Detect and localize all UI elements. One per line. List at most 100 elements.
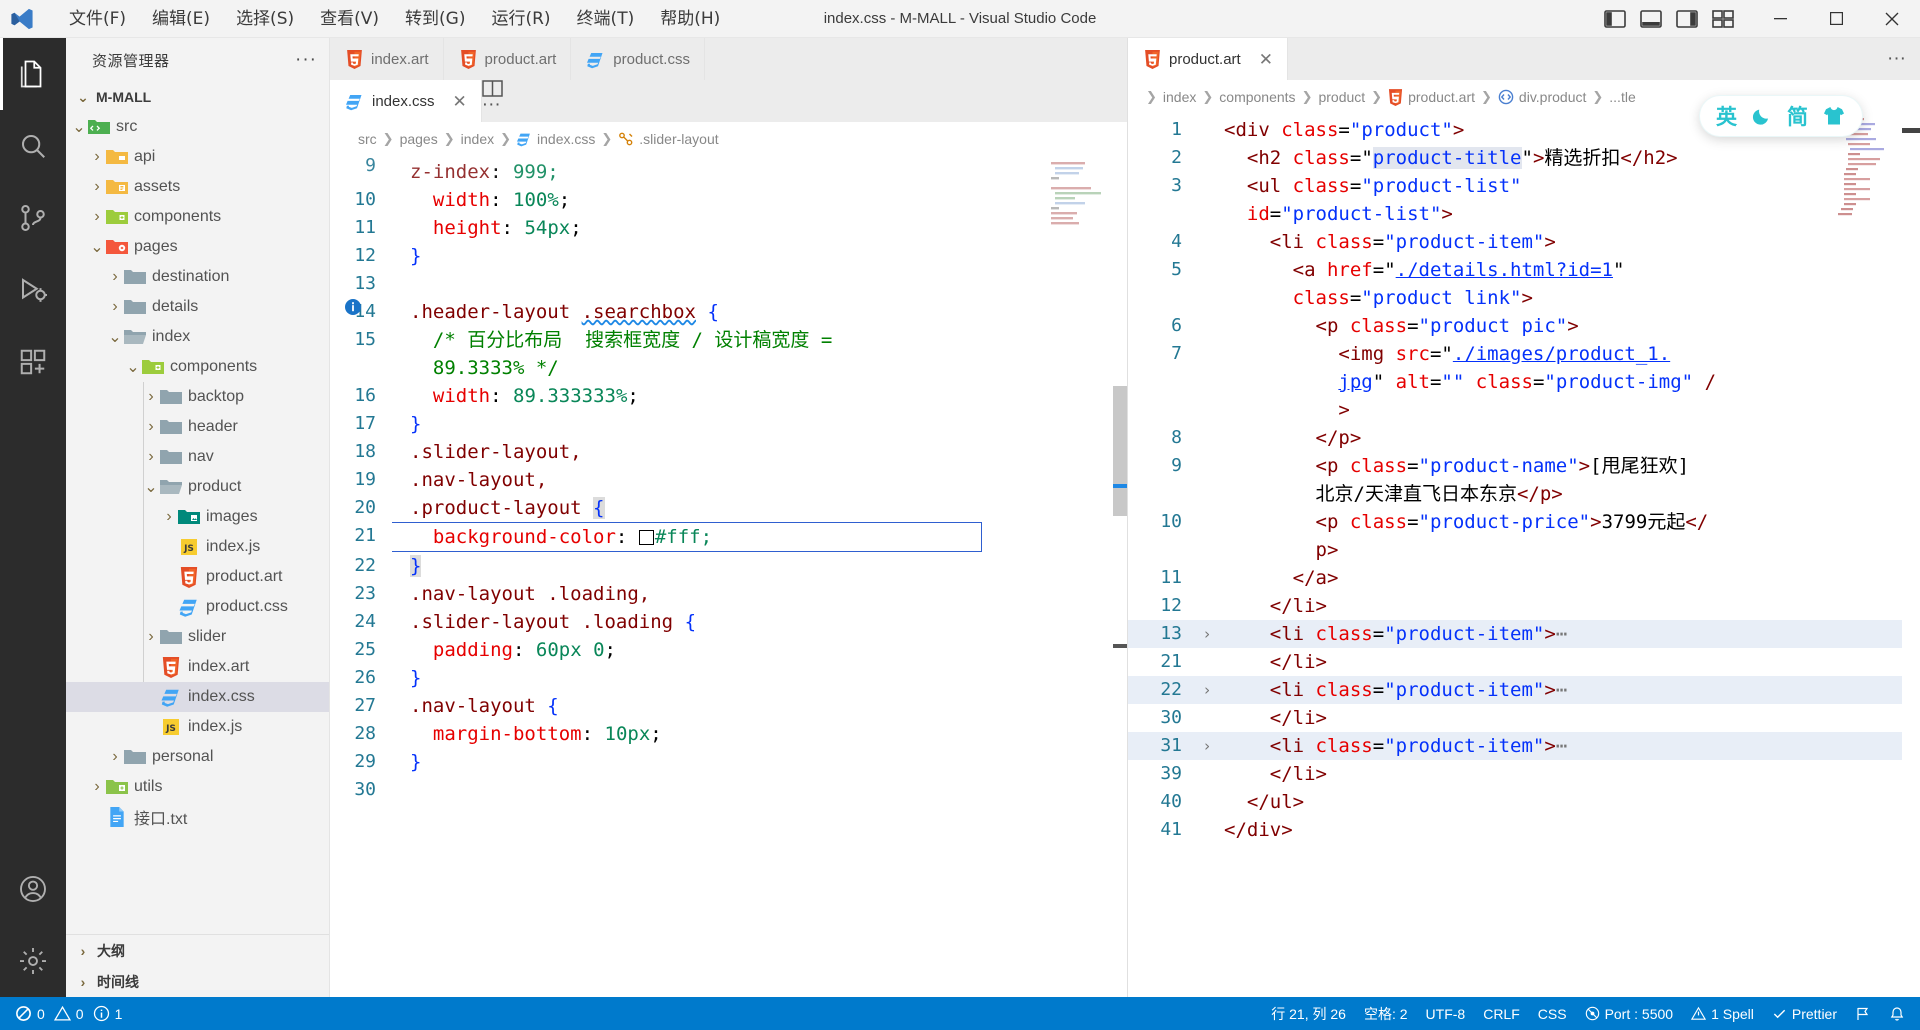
code-line[interactable]: 21 background-color: #fff; xyxy=(330,522,1127,552)
tab-index-css-active[interactable]: index.css ✕ xyxy=(330,80,482,122)
chevron-right-icon[interactable]: › xyxy=(88,772,106,802)
breadcrumb-symbol-title[interactable]: ...tle xyxy=(1609,89,1635,105)
code-line-text[interactable]: <a href="./details.html?id=1" class="pro… xyxy=(1216,256,1920,312)
close-button[interactable] xyxy=(1864,0,1920,38)
code-line-text[interactable]: <li class="product-item">⋯ xyxy=(1216,676,1920,704)
code-line[interactable]: 12 </li> xyxy=(1128,592,1920,620)
code-line[interactable]: 21 </li> xyxy=(1128,648,1920,676)
code-line-folded[interactable]: 22 › <li class="product-item">⋯ xyxy=(1128,676,1920,704)
activity-accounts-icon[interactable] xyxy=(0,853,66,925)
code-line-text[interactable]: } xyxy=(392,242,1127,270)
ime-floating-bar[interactable]: 英 简 xyxy=(1700,96,1862,136)
chevron-down-icon[interactable]: ⌄ xyxy=(142,472,160,502)
editor-more-actions[interactable]: ··· xyxy=(1887,49,1906,68)
chevron-right-icon[interactable]: › xyxy=(106,262,124,292)
code-line[interactable]: 7 <img src="./images/product_1. jpg" alt… xyxy=(1128,340,1920,424)
code-line-text[interactable]: z-index: 999; xyxy=(392,158,1127,186)
tree-item-images[interactable]: › images xyxy=(66,502,329,532)
code-line-text[interactable]: </li> xyxy=(1216,592,1920,620)
chevron-right-icon[interactable]: › xyxy=(142,382,160,412)
fold-expand-icon[interactable]: › xyxy=(1198,620,1216,648)
code-line-folded[interactable]: 31 › <li class="product-item">⋯ xyxy=(1128,732,1920,760)
code-line[interactable]: 26} xyxy=(330,664,1127,692)
code-line[interactable]: 22} xyxy=(330,552,1127,580)
activity-extensions-icon[interactable] xyxy=(0,326,66,398)
code-line-text[interactable]: background-color: #fff; xyxy=(392,522,1127,552)
code-line[interactable]: 27 .nav-layout { xyxy=(330,692,1127,720)
code-line[interactable]: 20 .product-layout { xyxy=(330,494,1127,522)
fold-expand-icon[interactable]: › xyxy=(1198,732,1216,760)
tree-item-destination[interactable]: › destination xyxy=(66,262,329,292)
menu-bar[interactable]: 文件(F) 编辑(E) 选择(S) 查看(V) 转到(G) 运行(R) 终端(T… xyxy=(56,0,733,38)
code-line[interactable]: 24 .slider-layout .loading { xyxy=(330,608,1127,636)
ime-lang-toggle[interactable]: 英 xyxy=(1716,101,1737,131)
chevron-right-icon[interactable]: › xyxy=(106,742,124,772)
code-line-text[interactable]: <img src="./images/product_1. jpg" alt="… xyxy=(1216,340,1920,424)
code-line-text[interactable]: height: 54px; xyxy=(392,214,1127,242)
code-line[interactable]: 41 </div> xyxy=(1128,816,1920,844)
tree-item-接口-txt[interactable]: · 接口.txt xyxy=(66,802,329,832)
vertical-scrollbar-left[interactable] xyxy=(1113,386,1127,516)
close-icon[interactable]: ✕ xyxy=(453,93,467,110)
code-line[interactable]: 18 .slider-layout, xyxy=(330,438,1127,466)
code-line-text[interactable]: margin-bottom: 10px; xyxy=(392,720,1127,748)
status-language-mode[interactable]: CSS xyxy=(1529,997,1576,1030)
code-line[interactable]: 15 /* 百分比布局 搜索框宽度 / 设计稿宽度 = 89.3333% */ xyxy=(330,326,1127,382)
editor-more-actions[interactable]: ··· xyxy=(482,94,501,115)
code-line[interactable]: 14 .header-layout .searchbox { xyxy=(330,298,1127,326)
activity-explorer-icon[interactable] xyxy=(0,38,66,110)
tree-item-index[interactable]: ⌄ index xyxy=(66,322,329,352)
code-line[interactable]: 4 <li class="product-item"> xyxy=(1128,228,1920,256)
code-line-text[interactable]: .product-layout { xyxy=(392,494,1127,522)
tree-item-backtop[interactable]: › backtop xyxy=(66,382,329,412)
tree-item-src[interactable]: ⌄ src xyxy=(66,112,329,142)
project-root-row[interactable]: ⌄ M-MALL xyxy=(66,82,329,112)
activity-source-control-icon[interactable] xyxy=(0,182,66,254)
tree-item-index-css[interactable]: · index.css xyxy=(66,682,329,712)
code-line-text[interactable]: <p class="product-name">[甩尾狂欢] 北京/天津直飞日本… xyxy=(1216,452,1920,508)
tree-item-index-js[interactable]: · JS index.js xyxy=(66,712,329,742)
tree-item-components[interactable]: › components xyxy=(66,202,329,232)
code-line-text[interactable]: </p> xyxy=(1216,424,1920,452)
code-line-text[interactable]: <h2 class="product-title">精选折扣</h2> xyxy=(1216,144,1920,172)
chevron-right-icon[interactable]: › xyxy=(160,502,178,532)
status-eol[interactable]: CRLF xyxy=(1474,997,1529,1030)
tree-item-product[interactable]: ⌄ product xyxy=(66,472,329,502)
tree-item-api[interactable]: › api xyxy=(66,142,329,172)
code-line[interactable]: 2 <h2 class="product-title">精选折扣</h2> xyxy=(1128,144,1920,172)
code-line[interactable]: 30 </li> xyxy=(1128,704,1920,732)
code-line-text[interactable]: } xyxy=(392,664,1127,692)
tree-item-slider[interactable]: › slider xyxy=(66,622,329,652)
code-line-text[interactable]: .nav-layout { xyxy=(392,692,1127,720)
code-line-text[interactable] xyxy=(392,270,1127,298)
code-line-text[interactable]: .nav-layout, xyxy=(392,466,1127,494)
status-feedback-icon[interactable] xyxy=(1846,997,1880,1030)
menu-file[interactable]: 文件(F) xyxy=(56,4,139,34)
ime-script-toggle[interactable]: 简 xyxy=(1787,101,1808,131)
breadcrumb-components[interactable]: components xyxy=(1219,89,1295,105)
info-marker-icon[interactable] xyxy=(344,298,362,316)
code-line[interactable]: 10 <p class="product-price">3799元起</ p> xyxy=(1128,508,1920,564)
chevron-right-icon[interactable]: › xyxy=(142,442,160,472)
close-icon[interactable]: ✕ xyxy=(1259,51,1273,68)
code-line-text[interactable]: } xyxy=(392,748,1127,776)
activity-search-icon[interactable] xyxy=(0,110,66,182)
code-line-text[interactable]: /* 百分比布局 搜索框宽度 / 设计稿宽度 = 89.3333% */ xyxy=(392,326,1127,382)
tab-product-art[interactable]: product.art xyxy=(443,38,572,80)
code-line[interactable]: 13 xyxy=(330,270,1127,298)
minimize-button[interactable] xyxy=(1752,0,1808,38)
code-line[interactable]: 5 <a href="./details.html?id=1" class="p… xyxy=(1128,256,1920,312)
status-infos[interactable]: 1 xyxy=(93,997,132,1030)
status-bell-icon[interactable] xyxy=(1880,997,1914,1030)
activity-settings-icon[interactable] xyxy=(0,925,66,997)
tree-item-assets[interactable]: › assets xyxy=(66,172,329,202)
status-encoding[interactable]: UTF-8 xyxy=(1417,997,1475,1030)
moon-icon[interactable] xyxy=(1751,105,1773,127)
code-line[interactable]: 19 .nav-layout, xyxy=(330,466,1127,494)
code-line-text[interactable]: } xyxy=(392,552,1127,580)
code-line[interactable]: 11 </a> xyxy=(1128,564,1920,592)
chevron-down-icon[interactable]: ⌄ xyxy=(70,112,88,142)
code-line-text[interactable]: </a> xyxy=(1216,564,1920,592)
code-line[interactable]: 6 <p class="product pic"> xyxy=(1128,312,1920,340)
tree-item-details[interactable]: › details xyxy=(66,292,329,322)
